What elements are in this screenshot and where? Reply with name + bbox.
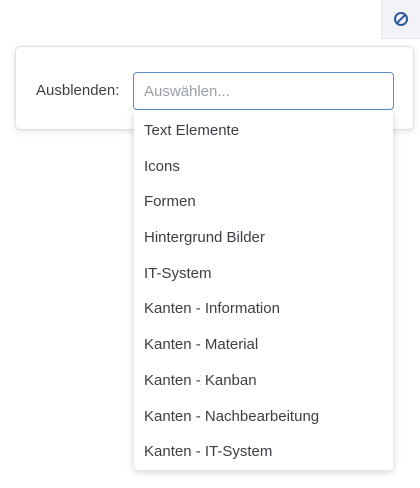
- dropdown-option-formen[interactable]: Formen: [134, 184, 393, 220]
- dropdown-option-text-elemente[interactable]: Text Elemente: [134, 113, 393, 149]
- dropdown-option-icons[interactable]: Icons: [134, 149, 393, 185]
- dropdown-option-it-system[interactable]: IT-System: [134, 256, 393, 292]
- hide-elements-button[interactable]: [381, 0, 420, 39]
- hide-label: Ausblenden:: [36, 82, 120, 99]
- page: Ausblenden: Auswählen... Text Elemente I…: [0, 0, 420, 488]
- dropdown-option-kanten-it-system[interactable]: Kanten - IT-System: [134, 434, 393, 470]
- dropdown-option-kanten-nachbearbeitung[interactable]: Kanten - Nachbearbeitung: [134, 399, 393, 435]
- ban-icon: [393, 11, 409, 27]
- dropdown-option-kanten-kanban[interactable]: Kanten - Kanban: [134, 363, 393, 399]
- hide-select-input[interactable]: Auswählen...: [133, 72, 394, 110]
- dropdown-menu: Text Elemente Icons Formen Hintergrund B…: [134, 111, 393, 470]
- dropdown-option-hintergrund-bilder[interactable]: Hintergrund Bilder: [134, 220, 393, 256]
- dropdown-option-kanten-information[interactable]: Kanten - Information: [134, 291, 393, 327]
- select-placeholder: Auswählen...: [144, 82, 230, 100]
- dropdown-option-kanten-material[interactable]: Kanten - Material: [134, 327, 393, 363]
